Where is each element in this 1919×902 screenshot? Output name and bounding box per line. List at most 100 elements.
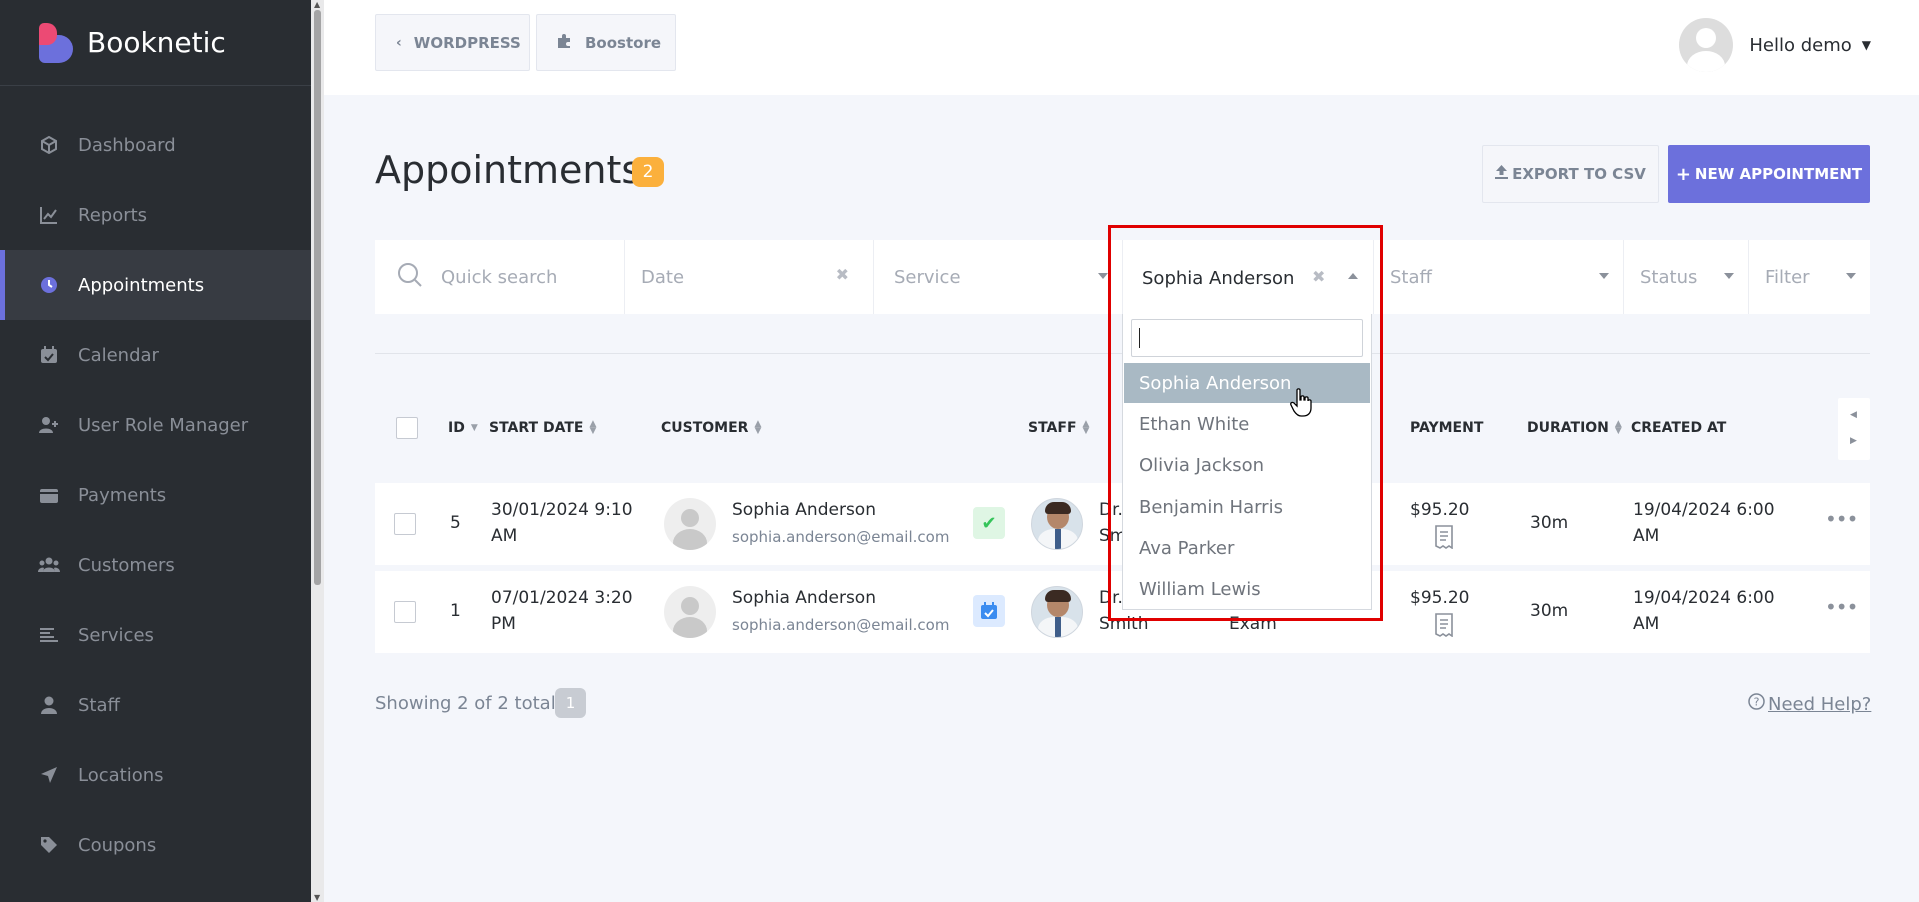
sidebar-item-staff[interactable]: Staff — [0, 670, 311, 740]
booknetic-logo-icon — [39, 22, 73, 63]
location-arrow-icon — [38, 764, 60, 786]
select-all-checkbox[interactable] — [396, 417, 418, 439]
row-start-date: 30/01/2024 9:10 — [491, 500, 633, 520]
row-id: 5 — [450, 513, 461, 533]
sort-icon: ▲ ▼ — [1614, 419, 1622, 436]
scroll-right-icon[interactable]: ▶ — [1850, 436, 1857, 446]
chart-icon — [38, 204, 60, 226]
page-number[interactable]: 1 — [555, 688, 586, 718]
boostore-button[interactable]: Boostore — [536, 14, 676, 71]
svg-text:?: ? — [1754, 696, 1760, 709]
created-at: 19/04/2024 6:00 — [1633, 500, 1775, 520]
customer-email: sophia.anderson@email.com — [732, 616, 950, 634]
user-greeting: Hello demo — [1749, 34, 1852, 56]
sidebar-item-coupons[interactable]: Coupons — [0, 810, 311, 880]
sidebar-item-label: User Role Manager — [78, 414, 249, 436]
topbar: ‹ WORDPRESS Boostore Hello demo ▼ — [324, 0, 1919, 95]
customer-avatar — [664, 586, 716, 638]
scroll-up-icon[interactable]: ▲ — [314, 0, 320, 9]
caret-down-icon — [1724, 273, 1734, 279]
scroll-left-icon[interactable]: ◀ — [1850, 410, 1857, 420]
created-at-time: AM — [1633, 526, 1660, 546]
user-menu[interactable]: Hello demo ▼ — [1679, 18, 1871, 72]
cube-icon — [38, 134, 60, 156]
export-csv-button[interactable]: EXPORT TO CSV — [1482, 145, 1659, 203]
col-staff[interactable]: STAFF ▲ ▼ — [1028, 419, 1090, 437]
upload-icon — [1495, 165, 1509, 183]
more-filter[interactable]: Filter — [1749, 240, 1870, 314]
sidebar-item-label: Services — [78, 624, 154, 646]
col-staff-label: STAFF — [1028, 420, 1077, 436]
row-checkbox[interactable] — [394, 513, 416, 535]
sidebar-item-appointments[interactable]: Appointments — [0, 250, 311, 320]
search-input[interactable]: Quick search — [375, 240, 625, 314]
col-start-date[interactable]: START DATE ▲ ▼ — [489, 420, 596, 437]
count-badge: 2 — [632, 157, 664, 187]
col-duration-label: DURATION — [1527, 420, 1609, 436]
status-filter[interactable]: Status — [1624, 240, 1749, 314]
clock-icon — [38, 274, 60, 296]
row-checkbox[interactable] — [394, 601, 416, 623]
col-payment-label: PAYMENT — [1410, 420, 1484, 436]
calendar-icon — [38, 344, 60, 366]
users-icon — [38, 554, 60, 576]
hand-cursor-icon — [1290, 388, 1312, 417]
created-at-time: AM — [1633, 614, 1660, 634]
sidebar-item-calendar[interactable]: Calendar — [0, 320, 311, 390]
brand[interactable]: Booknetic — [0, 0, 311, 86]
wordpress-button[interactable]: ‹ WORDPRESS — [375, 14, 530, 71]
chevron-left-icon: ‹ — [396, 34, 402, 51]
col-customer[interactable]: CUSTOMER ▲ ▼ — [661, 420, 761, 437]
clear-date-icon[interactable]: ✖ — [836, 265, 849, 284]
more-actions-icon[interactable]: ••• — [1825, 595, 1858, 619]
staff-filter[interactable]: Staff — [1374, 240, 1624, 314]
staff-avatar — [1031, 586, 1083, 638]
export-label: EXPORT TO CSV — [1512, 165, 1646, 183]
customer-name[interactable]: Sophia Anderson — [732, 588, 876, 608]
date-placeholder: Date — [641, 266, 685, 288]
row-id: 1 — [450, 601, 461, 621]
search-placeholder: Quick search — [441, 266, 558, 288]
list-icon — [38, 624, 60, 646]
col-id-label: ID — [448, 420, 465, 436]
col-created-at[interactable]: CREATED AT — [1631, 420, 1726, 436]
sidebar-item-payments[interactable]: Payments — [0, 460, 311, 530]
receipt-icon[interactable] — [1434, 525, 1454, 549]
col-customer-label: CUSTOMER — [661, 420, 749, 436]
more-actions-icon[interactable]: ••• — [1825, 507, 1858, 531]
caret-down-icon — [1846, 273, 1856, 279]
highlight-box — [1108, 225, 1383, 621]
col-id[interactable]: ID ▼ — [448, 420, 478, 436]
service-filter[interactable]: Service — [874, 240, 1123, 314]
boostore-label: Boostore — [585, 33, 662, 52]
sidebar-scrollbar[interactable]: ▲ ▼ — [311, 0, 324, 902]
filter-placeholder: Filter — [1765, 266, 1810, 288]
sidebar-item-services[interactable]: Services — [0, 600, 311, 670]
col-payment[interactable]: PAYMENT — [1410, 420, 1483, 436]
sidebar-item-dashboard[interactable]: Dashboard — [0, 110, 311, 180]
receipt-icon[interactable] — [1434, 613, 1454, 637]
sidebar-item-locations[interactable]: Locations — [0, 740, 311, 810]
sort-desc-icon: ▼ — [470, 422, 478, 433]
chevron-down-icon: ▼ — [1861, 38, 1871, 52]
scroll-down-icon[interactable]: ▼ — [314, 893, 320, 902]
new-appointment-button[interactable]: + NEW APPOINTMENT — [1668, 145, 1870, 203]
sidebar-item-label: Appointments — [78, 274, 205, 296]
row-start-time: PM — [491, 614, 516, 634]
sidebar-item-user-role-manager[interactable]: User Role Manager — [0, 390, 311, 460]
col-duration[interactable]: DURATION ▲ ▼ — [1527, 419, 1622, 437]
duration: 30m — [1530, 513, 1569, 533]
date-filter[interactable]: Date ✖ — [625, 240, 874, 314]
sidebar-item-label: Customers — [78, 554, 175, 576]
sidebar-item-label: Staff — [78, 694, 120, 716]
sort-icon: ▲ ▼ — [1082, 419, 1090, 436]
need-help-link[interactable]: ? Need Help? — [1748, 693, 1871, 715]
scrollbar-thumb[interactable] — [314, 10, 321, 585]
sidebar-item-customers[interactable]: Customers — [0, 530, 311, 600]
customer-avatar — [664, 498, 716, 550]
customer-name[interactable]: Sophia Anderson — [732, 500, 876, 520]
sidebar-item-reports[interactable]: Reports — [0, 180, 311, 250]
table-scroll-nav[interactable]: ◀ ▶ — [1838, 398, 1870, 460]
staff-avatar — [1031, 498, 1083, 550]
col-start-date-label: START DATE — [489, 420, 584, 436]
